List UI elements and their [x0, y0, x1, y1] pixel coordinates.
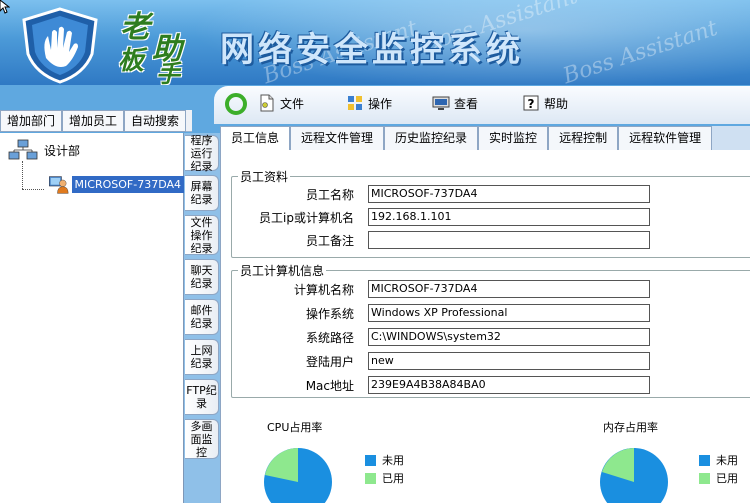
memory-legend-used: 已用 [699, 470, 738, 486]
side-tab-screen-log[interactable]: 屏幕纪录 [185, 175, 219, 211]
side-tab-file-log[interactable]: 文件操作纪录 [185, 215, 219, 255]
tree-node-department[interactable]: 设计部 [8, 139, 80, 161]
menu-help[interactable]: ? 帮助 [522, 94, 568, 112]
add-department-button[interactable]: 增加部门 [0, 110, 63, 132]
side-tab-chat-log[interactable]: 聊天纪录 [185, 259, 219, 295]
file-icon [260, 94, 274, 112]
tree-node-label: 设计部 [44, 143, 81, 158]
tab-history-monitoring[interactable]: 历史监控纪录 [384, 126, 479, 150]
legend-label: 已用 [716, 472, 738, 485]
left-header-strip [0, 85, 214, 110]
group-legend: 员工计算机信息 [238, 262, 327, 279]
system-path-field[interactable]: C:\WINDOWS\system32 [368, 328, 650, 346]
login-user-row: 登陆用户 new [232, 352, 650, 370]
login-user-field[interactable]: new [368, 352, 650, 370]
tab-realtime-monitoring[interactable]: 实时监控 [478, 126, 549, 150]
field-label: 系统路径 [305, 330, 354, 345]
operation-icon [348, 96, 362, 110]
tab-remote-software-management[interactable]: 远程软件管理 [618, 126, 713, 150]
group-legend: 员工资料 [238, 168, 291, 185]
field-label: 登陆用户 [305, 354, 354, 369]
tab-employee-info[interactable]: 员工信息 [220, 126, 291, 150]
legend-label: 已用 [382, 472, 404, 485]
cpu-legend-unused: 未用 [365, 452, 404, 468]
help-icon: ? [523, 95, 539, 111]
field-label: 计算机名称 [293, 282, 354, 297]
menu-label: 帮助 [544, 96, 569, 111]
system-path-row: 系统路径 C:\WINDOWS\system32 [232, 328, 650, 346]
department-tree: 设计部 MICROSOF-737DA4 [0, 133, 184, 503]
employee-name-row: 员工名称 MICROSOF-737DA4 [232, 185, 650, 203]
menu-bar: 文件 操作 查看 ? 帮助 [214, 86, 750, 124]
computer-info-group: 员工计算机信息 计算机名称 MICROSOF-737DA4 操作系统 Windo… [231, 262, 750, 398]
legend-swatch [365, 454, 376, 466]
menu-label: 查看 [454, 96, 479, 111]
menu-file[interactable]: 文件 [258, 94, 304, 112]
tree-node-label: MICROSOF-737DA4 [71, 175, 184, 193]
brand-char: 手 [156, 59, 180, 85]
brand-char: 板 [118, 46, 145, 76]
employee-profile-group: 员工资料 员工名称 MICROSOF-737DA4 员工ip或计算机名 192.… [231, 168, 750, 258]
employee-info-panel: 员工资料 员工名称 MICROSOF-737DA4 员工ip或计算机名 192.… [220, 150, 750, 503]
computer-name-row: 计算机名称 MICROSOF-737DA4 [232, 280, 650, 298]
cpu-usage-title: CPU占用率 [267, 421, 323, 434]
legend-label: 未用 [716, 454, 738, 467]
side-tab-mail-log[interactable]: 邮件纪录 [185, 299, 219, 335]
employee-ip-row: 员工ip或计算机名 192.168.1.101 [232, 208, 650, 226]
employee-note-row: 员工备注 [232, 231, 650, 249]
employee-ip-field[interactable]: 192.168.1.101 [368, 208, 650, 226]
menu-view[interactable]: 查看 [432, 94, 478, 112]
legend-swatch [699, 472, 710, 484]
cpu-usage-pie [264, 448, 332, 503]
field-label: 员工备注 [305, 233, 354, 248]
user-computer-icon [49, 176, 69, 194]
status-ring-icon [225, 93, 247, 115]
menu-label: 操作 [368, 96, 393, 111]
legend-swatch [365, 472, 376, 484]
employee-name-field[interactable]: MICROSOF-737DA4 [368, 185, 650, 203]
brand-logo-text: 老 板 助 手 [112, 2, 192, 85]
field-label: 员工名称 [305, 187, 354, 202]
shield-logo-icon [22, 7, 98, 84]
mac-address-field[interactable]: 239E9A4B38A84BA0 [368, 376, 650, 394]
side-tab-bar: 程序运行纪录 屏幕纪录 文件操作纪录 聊天纪录 邮件纪录 上网纪录 FTP纪录 … [184, 133, 220, 503]
cpu-legend-used: 已用 [365, 470, 404, 486]
memory-legend-unused: 未用 [699, 452, 738, 468]
app-title: 网络安全监控系统 [220, 30, 524, 70]
view-icon [432, 96, 450, 110]
network-icon [8, 139, 38, 160]
main-tab-bar: 员工信息 远程文件管理 历史监控纪录 实时监控 远程控制 远程软件管理 [220, 126, 750, 150]
os-field[interactable]: Windows XP Professional [368, 304, 650, 322]
menu-label: 文件 [280, 96, 305, 111]
left-toolbar: 增加部门 增加员工 自动搜索 [0, 110, 192, 132]
menu-operation[interactable]: 操作 [346, 94, 392, 112]
tree-connector [22, 189, 44, 190]
auto-search-button[interactable]: 自动搜索 [124, 110, 187, 132]
os-row: 操作系统 Windows XP Professional [232, 304, 650, 322]
tree-node-employee[interactable]: MICROSOF-737DA4 [48, 169, 184, 199]
mouse-cursor-icon [0, 0, 10, 14]
field-label: 员工ip或计算机名 [259, 210, 354, 225]
field-label: 操作系统 [305, 306, 354, 321]
memory-usage-pie [600, 448, 668, 503]
legend-label: 未用 [382, 454, 404, 467]
svg-text:?: ? [528, 97, 535, 111]
tab-remote-control[interactable]: 远程控制 [548, 126, 619, 150]
side-tab-web-log[interactable]: 上网纪录 [185, 339, 219, 375]
mac-address-row: Mac地址 239E9A4B38A84BA0 [232, 376, 650, 394]
header-banner: Boss Assistant Boss Assistant Boss Assis… [0, 0, 750, 85]
side-tab-ftp-log[interactable]: FTP纪录 [185, 379, 219, 415]
legend-swatch [699, 454, 710, 466]
employee-note-field[interactable] [368, 231, 650, 249]
field-label: Mac地址 [305, 378, 354, 393]
tab-remote-file-management[interactable]: 远程文件管理 [290, 126, 385, 150]
add-employee-button[interactable]: 增加员工 [62, 110, 125, 132]
side-tab-multi-monitor[interactable]: 多画面监控 [185, 419, 219, 459]
memory-usage-title: 内存占用率 [603, 421, 658, 434]
side-tab-program-log[interactable]: 程序运行纪录 [185, 134, 219, 173]
computer-name-field[interactable]: MICROSOF-737DA4 [368, 280, 650, 298]
tree-connector [22, 161, 23, 189]
